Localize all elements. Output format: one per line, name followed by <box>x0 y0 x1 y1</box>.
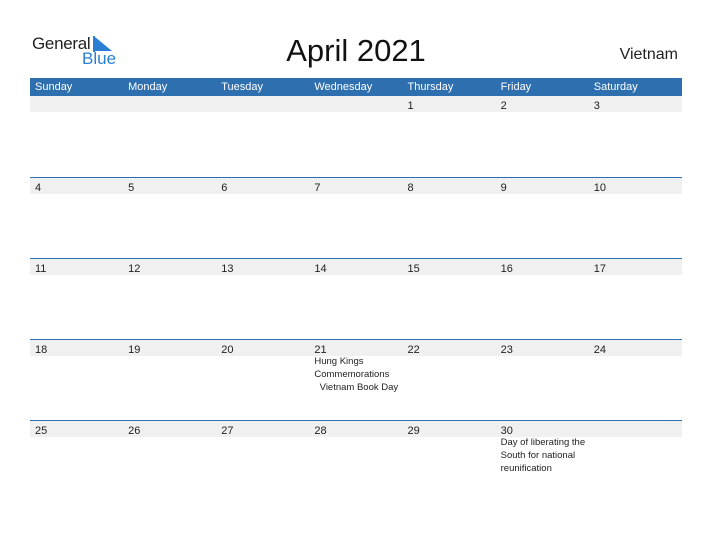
day-cell: 19 <box>123 340 216 356</box>
day-number: 9 <box>500 182 507 194</box>
day-cell: 15 <box>403 259 496 275</box>
day-cell: 18 <box>30 340 123 356</box>
holiday-event <box>30 436 123 475</box>
day-cell: 10 <box>589 178 682 194</box>
day-cell: 26 <box>123 421 216 437</box>
day-cell: 3 <box>589 96 682 112</box>
day-cell: 7 <box>309 178 402 194</box>
day-cell: 22 <box>403 340 496 356</box>
day-number: 2 <box>500 100 507 112</box>
date-strip: 18 19 20 21 22 23 24 <box>30 339 682 356</box>
day-cell: 23 <box>496 340 589 356</box>
day-number: 17 <box>593 263 606 275</box>
week-row: 25 26 27 28 29 30 Day of liberating the South … <box>30 420 682 501</box>
holiday-event <box>403 436 496 475</box>
holiday-event <box>589 355 682 394</box>
holiday-event <box>309 436 402 475</box>
date-strip: 11 12 13 14 15 16 17 <box>30 258 682 275</box>
day-number: 13 <box>221 263 234 275</box>
country-label: Vietnam <box>619 46 678 63</box>
week-row: 4 5 6 7 8 9 10 <box>30 177 682 258</box>
weekday-sunday: Sunday <box>35 81 73 93</box>
day-cell: 12 <box>123 259 216 275</box>
weeks-container: 1 2 3 4 5 6 7 8 9 10 11 12 13 14 15 16 17 18 19 20 21 22 23 24 H… <box>30 96 682 501</box>
day-cell: 13 <box>216 259 309 275</box>
day-cell: 6 <box>216 178 309 194</box>
day-cell <box>216 96 309 112</box>
weekday-header: Sunday Monday Tuesday Wednesday Thursday… <box>30 78 682 96</box>
week-row: 18 19 20 21 22 23 24 Hung Kings Commemorations … <box>30 339 682 420</box>
day-number: 3 <box>593 100 600 112</box>
weekday-monday: Monday <box>128 81 168 93</box>
day-number: 15 <box>407 263 420 275</box>
weekday-thursday: Thursday <box>407 81 454 93</box>
holiday-event <box>589 436 682 475</box>
day-cell: 9 <box>496 178 589 194</box>
day-cell: 4 <box>30 178 123 194</box>
date-strip: 4 5 6 7 8 9 10 <box>30 177 682 194</box>
date-strip: 25 26 27 28 29 30 <box>30 420 682 437</box>
day-cell: 2 <box>496 96 589 112</box>
day-cell <box>309 96 402 112</box>
events-row: Day of liberating the South for national… <box>30 436 682 475</box>
day-number: 10 <box>593 182 606 194</box>
day-cell: 20 <box>216 340 309 356</box>
day-number: 1 <box>407 100 414 112</box>
day-cell: 25 <box>30 421 123 437</box>
events-row: Hung Kings Commemorations Vietnam Book D… <box>30 355 682 394</box>
weekday-saturday: Saturday <box>593 81 638 93</box>
day-number: 12 <box>128 263 141 275</box>
weekday-tuesday: Tuesday <box>221 81 264 93</box>
day-cell: 17 <box>589 259 682 275</box>
day-number: 5 <box>128 182 135 194</box>
day-cell: 11 <box>30 259 123 275</box>
day-number: 4 <box>35 182 42 194</box>
holiday-event: Day of liberating the South for national… <box>500 437 588 474</box>
week-row: 11 12 13 14 15 16 17 <box>30 258 682 339</box>
holiday-event <box>123 355 216 394</box>
day-number: 6 <box>221 182 228 194</box>
day-cell: 24 <box>589 340 682 356</box>
holiday-event <box>30 355 123 394</box>
week-row: 1 2 3 <box>30 96 682 177</box>
day-number: 8 <box>407 182 414 194</box>
day-cell: 30 <box>496 421 589 437</box>
holiday-event <box>216 355 309 394</box>
day-number: 14 <box>314 263 327 275</box>
day-cell: 21 <box>309 340 402 356</box>
day-cell: 8 <box>403 178 496 194</box>
day-cell: 14 <box>309 259 402 275</box>
day-cell <box>30 96 123 112</box>
calendar: Sunday Monday Tuesday Wednesday Thursday… <box>30 78 682 501</box>
day-cell: 16 <box>496 259 589 275</box>
weekday-wednesday: Wednesday <box>314 81 373 93</box>
holiday-event <box>403 355 496 394</box>
day-cell: 5 <box>123 178 216 194</box>
page-title: April 2021 <box>286 33 426 68</box>
holiday-event: Hung Kings Commemorations Vietnam Book D… <box>314 356 399 393</box>
weekday-friday: Friday <box>500 81 532 93</box>
day-number: 11 <box>35 263 47 275</box>
day-cell <box>123 96 216 112</box>
holiday-event <box>496 355 589 394</box>
day-number: 7 <box>314 182 321 194</box>
day-number: 16 <box>500 263 513 275</box>
day-cell: 27 <box>216 421 309 437</box>
day-cell: 1 <box>403 96 496 112</box>
day-cell: 29 <box>403 421 496 437</box>
date-strip: 1 2 3 <box>30 96 682 112</box>
day-cell: 28 <box>309 421 402 437</box>
holiday-event <box>123 436 216 475</box>
day-cell <box>589 421 682 437</box>
holiday-event <box>216 436 309 475</box>
